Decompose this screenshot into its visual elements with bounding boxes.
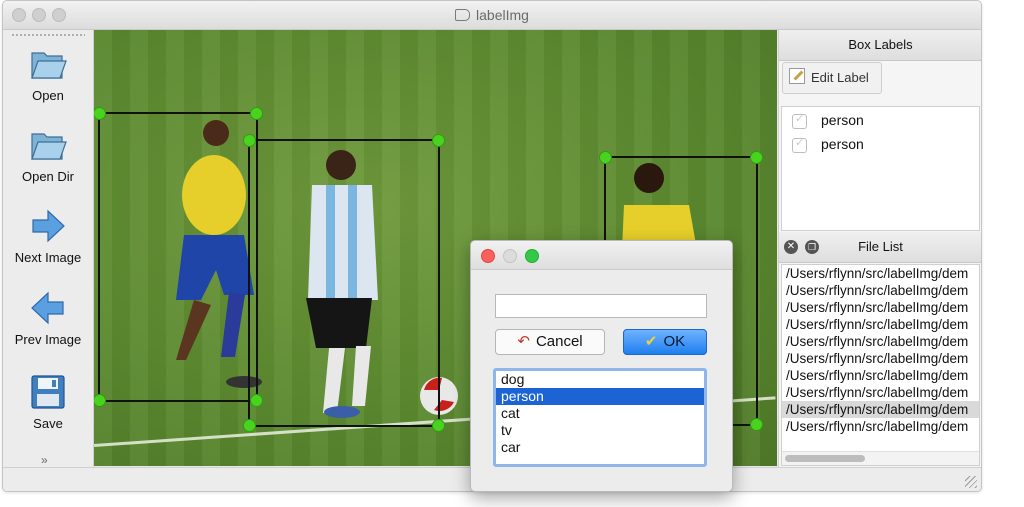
box-handle[interactable] <box>432 419 445 432</box>
folder-icon <box>31 133 67 160</box>
edit-label-text: Edit Label <box>811 70 869 85</box>
open-dir-label: Open Dir <box>21 169 75 184</box>
box-label-text: person <box>821 136 864 152</box>
label-option-selected[interactable]: person <box>496 388 704 405</box>
box-handle[interactable] <box>750 418 763 431</box>
bounding-box[interactable] <box>243 134 445 432</box>
prev-image-button[interactable]: Prev Image <box>3 288 93 347</box>
dialog-title-bar <box>471 241 732 270</box>
box-label-checkbox[interactable] <box>792 136 807 154</box>
box-handle[interactable] <box>250 107 263 120</box>
ok-button[interactable]: ✔ OK <box>623 329 707 355</box>
left-toolbar: Open Open Dir Next Image Prev Image Save… <box>3 30 94 467</box>
edit-label-button[interactable]: Edit Label <box>782 62 882 94</box>
box-label-item[interactable]: person <box>792 136 864 154</box>
label-option[interactable]: dog <box>496 371 704 388</box>
file-list-item[interactable]: /Users/rflynn/src/labelImg/dem <box>782 316 979 333</box>
file-list-item[interactable]: /Users/rflynn/src/labelImg/dem <box>782 350 979 367</box>
prev-image-label: Prev Image <box>14 332 82 347</box>
box-handle[interactable] <box>243 134 256 147</box>
box-labels-header: Box Labels <box>779 30 981 61</box>
label-option[interactable]: cat <box>496 405 704 422</box>
box-label-text: person <box>821 112 864 128</box>
file-list-scrollbar[interactable] <box>782 451 979 465</box>
close-icon[interactable]: ✕ <box>784 240 798 254</box>
file-list: /Users/rflynn/src/labelImg/dem /Users/rf… <box>781 264 980 466</box>
file-list-title: File List <box>858 239 903 254</box>
box-label-list: person person <box>781 106 980 231</box>
window-title: labelImg <box>476 7 529 23</box>
bounding-box[interactable] <box>94 107 263 407</box>
float-icon[interactable]: ❐ <box>805 240 819 254</box>
box-handle[interactable] <box>94 107 106 120</box>
folder-icon <box>31 52 67 79</box>
file-list-item[interactable]: /Users/rflynn/src/labelImg/dem <box>782 299 979 316</box>
undo-arrow-icon: ↶ <box>517 333 530 350</box>
save-label: Save <box>33 416 63 431</box>
dialog-zoom-button[interactable] <box>525 249 539 263</box>
toolbar-grip[interactable] <box>11 33 85 37</box>
box-handle[interactable] <box>599 151 612 164</box>
resize-grip-icon[interactable] <box>965 476 977 488</box>
title-bar: labelImg <box>3 1 981 30</box>
cancel-button[interactable]: ↶ Cancel <box>495 329 605 355</box>
save-button[interactable]: Save <box>3 372 93 431</box>
right-panel: Box Labels Edit Label person person ✕ ❐ … <box>778 30 981 467</box>
box-label-item[interactable]: person <box>792 112 864 130</box>
label-input[interactable] <box>495 294 707 318</box>
ok-label: OK <box>663 333 686 350</box>
window-title-wrap: labelImg <box>3 7 981 23</box>
file-list-item[interactable]: /Users/rflynn/src/labelImg/dem <box>782 282 979 299</box>
floppy-disk-icon <box>31 375 65 409</box>
open-button[interactable]: Open <box>3 44 93 103</box>
file-list-item-selected[interactable]: /Users/rflynn/src/labelImg/dem <box>782 401 979 418</box>
edit-pencil-icon <box>789 68 805 84</box>
file-list-item[interactable]: /Users/rflynn/src/labelImg/dem <box>782 384 979 401</box>
open-dir-button[interactable]: Open Dir <box>3 125 93 184</box>
box-label-checkbox[interactable] <box>792 112 807 130</box>
label-options-list: dog person cat tv car <box>493 368 707 467</box>
dialog-close-button[interactable] <box>481 249 495 263</box>
arrow-left-icon <box>31 291 64 325</box>
file-list-item[interactable]: /Users/rflynn/src/labelImg/dem <box>782 367 979 384</box>
label-option[interactable]: tv <box>496 422 704 439</box>
document-icon <box>455 9 471 21</box>
checkmark-icon: ✔ <box>644 333 658 350</box>
file-list-item[interactable]: /Users/rflynn/src/labelImg/dem <box>782 265 979 282</box>
toolbar-more-button[interactable]: » <box>41 453 48 467</box>
box-handle[interactable] <box>750 151 763 164</box>
label-option[interactable]: car <box>496 439 704 456</box>
label-dialog: ↶ Cancel ✔ OK dog person cat tv car <box>470 240 733 492</box>
arrow-right-icon <box>32 209 65 243</box>
file-list-item[interactable]: /Users/rflynn/src/labelImg/dem <box>782 418 979 435</box>
open-label: Open <box>32 88 64 103</box>
next-image-button[interactable]: Next Image <box>3 206 93 265</box>
file-list-item[interactable]: /Users/rflynn/src/labelImg/dem <box>782 333 979 350</box>
scrollbar-thumb[interactable] <box>785 455 865 462</box>
dialog-minimize-button[interactable] <box>503 249 517 263</box>
box-handle[interactable] <box>243 419 256 432</box>
file-list-header: ✕ ❐ File List <box>779 232 981 263</box>
next-image-label: Next Image <box>14 250 82 265</box>
cancel-label: Cancel <box>535 333 583 350</box>
box-handle[interactable] <box>432 134 445 147</box>
